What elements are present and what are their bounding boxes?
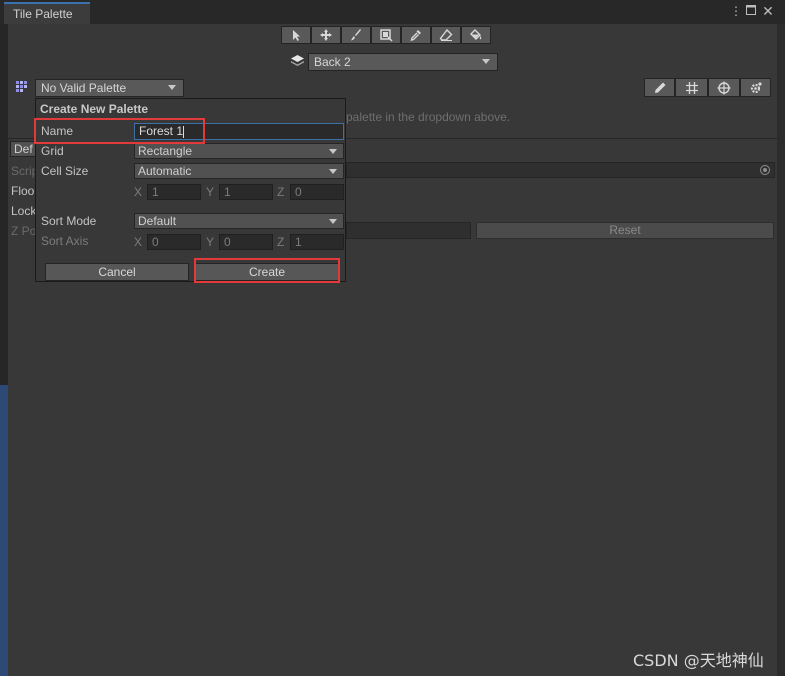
active-tilemap-dropdown[interactable]: Back 2 — [308, 53, 498, 71]
cell-y-field: 1 — [219, 184, 273, 200]
lock-color-label: Lock — [11, 204, 37, 218]
palette-dropdown-label: No Valid Palette — [41, 81, 127, 95]
sort-mode-value: Default — [138, 214, 177, 228]
cell-x-field: 1 — [147, 184, 201, 200]
grid-icon[interactable] — [675, 78, 708, 97]
move-tool-icon[interactable] — [311, 26, 341, 44]
scene-view-edge — [0, 385, 8, 676]
sort-mode-label: Sort Mode — [41, 214, 97, 228]
right-panel-edge — [777, 24, 785, 676]
cell-size-value: Automatic — [138, 164, 192, 178]
tool-bar — [281, 26, 505, 46]
cell-size-label: Cell Size — [41, 164, 89, 178]
edit-pencil-icon[interactable] — [644, 78, 675, 97]
palette-icon — [15, 80, 29, 97]
empty-palette-hint: palette in the dropdown above. — [346, 110, 511, 124]
kebab-menu-icon[interactable]: ⋮ — [729, 3, 743, 19]
cell-y-label: Y — [206, 185, 215, 199]
cell-size-dropdown[interactable]: Automatic — [134, 163, 344, 179]
fill-bucket-icon[interactable] — [461, 26, 491, 44]
chevron-down-icon — [168, 85, 176, 90]
sort-axis-label: Sort Axis — [41, 234, 89, 248]
active-tilemap-label: Back 2 — [314, 55, 351, 69]
window-titlebar — [0, 0, 785, 24]
popup-title: Create New Palette — [40, 102, 149, 116]
watermark: CSDN @天地神仙 — [633, 651, 764, 670]
select-tool-icon[interactable] — [281, 26, 311, 44]
tab-tile-palette[interactable]: Tile Palette — [4, 2, 90, 24]
chevron-down-icon — [482, 59, 490, 64]
grid-dropdown[interactable]: Rectangle — [134, 143, 344, 159]
close-icon[interactable]: ✕ — [761, 3, 775, 19]
sort-z-label: Z — [277, 235, 285, 249]
sort-x-field: 0 — [147, 234, 201, 250]
grid-value: Rectangle — [138, 144, 193, 158]
reset-button[interactable]: Reset — [476, 222, 774, 239]
palette-dropdown[interactable]: No Valid Palette — [35, 79, 184, 97]
chevron-down-icon — [329, 169, 337, 174]
highlight-name-row — [34, 118, 205, 144]
cancel-button[interactable]: Cancel — [45, 263, 189, 281]
flood-fill-label: Floo — [11, 184, 35, 198]
settings-icon[interactable] — [740, 78, 771, 97]
maximize-icon[interactable] — [744, 3, 758, 19]
sort-mode-dropdown[interactable]: Default — [134, 213, 344, 229]
script-field[interactable] — [346, 162, 775, 178]
layer-stack-icon — [290, 54, 305, 72]
box-fill-icon[interactable] — [371, 26, 401, 44]
highlight-create-button — [194, 258, 340, 283]
cell-z-label: Z — [277, 185, 285, 199]
paint-brush-icon[interactable] — [341, 26, 371, 44]
picker-icon[interactable] — [401, 26, 431, 44]
sort-x-label: X — [134, 235, 143, 249]
sort-y-label: Y — [206, 235, 215, 249]
grid-label: Grid — [41, 144, 64, 158]
palette-tools — [644, 78, 771, 97]
z-position-field[interactable] — [346, 222, 471, 239]
cell-z-field: 0 — [290, 184, 344, 200]
sort-y-field: 0 — [219, 234, 273, 250]
sort-z-field: 1 — [290, 234, 344, 250]
chevron-down-icon — [329, 149, 337, 154]
z-position-label: Z Po — [11, 224, 37, 238]
eraser-icon[interactable] — [431, 26, 461, 44]
chevron-down-icon — [329, 219, 337, 224]
cell-x-label: X — [134, 185, 143, 199]
gizmo-icon[interactable] — [708, 78, 740, 97]
object-picker-icon[interactable] — [760, 165, 770, 175]
